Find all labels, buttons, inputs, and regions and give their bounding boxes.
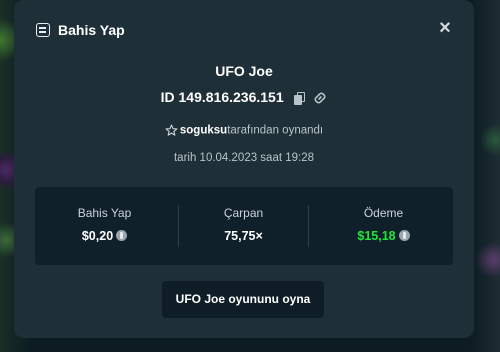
coin-icon (398, 230, 410, 241)
star-icon (165, 124, 178, 136)
stat-payout-value: $15,18 (357, 229, 396, 243)
stat-multiplier: Çarpan 75,75× (174, 187, 313, 265)
stat-bet-value: $0,20 (81, 229, 114, 243)
link-icon[interactable] (313, 91, 327, 105)
modal-header: Bahis Yap × (14, 0, 474, 58)
coin-icon (116, 230, 128, 241)
play-game-button[interactable]: UFO Joe oyununu oyna (162, 281, 324, 318)
stat-payout: Ödeme $15,18 (314, 187, 453, 265)
copy-icon[interactable] (293, 92, 305, 106)
stat-multiplier-value: 75,75× (224, 229, 263, 243)
stat-payout-value-row: $15,18 (314, 229, 453, 243)
bet-stats-panel: Bahis Yap $0,20 Çarpan 75,75× Ödeme $15,… (35, 187, 453, 265)
receipt-icon (36, 23, 50, 37)
stat-bet: Bahis Yap $0,20 (35, 187, 174, 265)
bet-date: tarih 10.04.2023 saat 19:28 (173, 152, 315, 164)
player-name[interactable]: soguksu (180, 125, 227, 137)
stat-bet-label: Bahis Yap (77, 206, 132, 220)
game-title[interactable]: UFO Joe (14, 63, 474, 79)
stat-multiplier-label: Çarpan (223, 206, 264, 220)
played-by-row: soguksutarafından oynandı (14, 124, 474, 137)
bet-details-modal: Bahis Yap × UFO Joe ID 149.816.236.151 s… (14, 0, 474, 338)
stat-divider (308, 205, 309, 247)
stat-bet-value-row: $0,20 (35, 229, 174, 243)
close-icon[interactable]: × (436, 18, 454, 38)
stat-payout-label: Ödeme (363, 206, 404, 220)
modal-title: Bahis Yap (58, 22, 125, 38)
bet-id-row: ID 149.816.236.151 (14, 89, 474, 106)
played-by-text: tarafından oynandı (227, 124, 324, 137)
bet-id: ID 149.816.236.151 (160, 89, 284, 105)
